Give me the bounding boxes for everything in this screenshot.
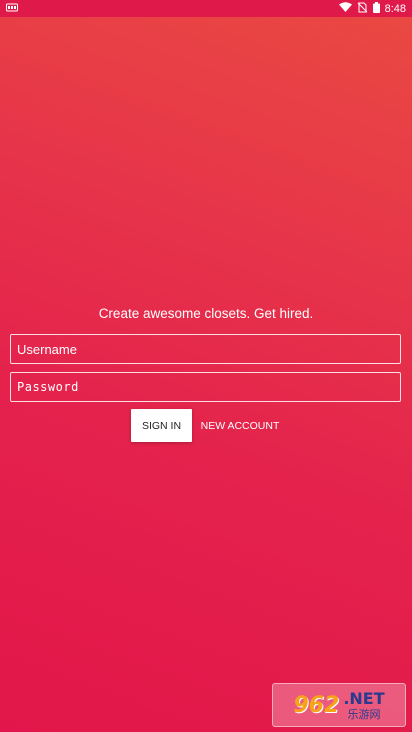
new-account-button[interactable]: NEW ACCOUNT — [200, 409, 280, 442]
battery-icon — [372, 1, 380, 16]
sign-in-button[interactable]: SIGN IN — [131, 409, 192, 442]
status-bar: 8:48 — [0, 0, 412, 17]
username-input[interactable] — [10, 334, 401, 364]
wifi-icon — [338, 2, 352, 15]
watermark-number: 962 — [293, 692, 340, 718]
watermark-logo: 962 .NET 乐游网 — [272, 683, 406, 727]
status-time: 8:48 — [384, 2, 406, 15]
password-input[interactable] — [10, 372, 401, 402]
notification-icon — [6, 3, 18, 15]
no-sim-icon — [357, 2, 368, 16]
watermark-suffix: .NET — [343, 688, 385, 708]
tagline: Create awesome closets. Get hired. — [98, 306, 314, 321]
watermark-subtitle: 乐游网 — [347, 707, 381, 721]
